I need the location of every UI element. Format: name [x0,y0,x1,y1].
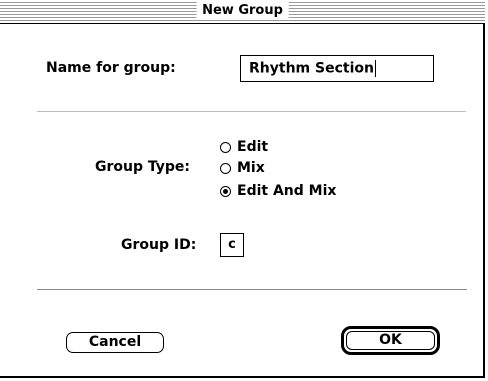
name-for-group-label: Name for group: [46,60,176,76]
radio-button-edit[interactable] [220,141,231,153]
divider-top [37,111,466,112]
title-bar[interactable]: New Group [0,0,485,24]
radio-option-edit-and-mix[interactable]: Edit And Mix [220,182,336,200]
radio-option-edit[interactable]: Edit [220,138,268,156]
cancel-button[interactable]: Cancel [66,332,164,353]
new-group-dialog: New Group Name for group: Rhythm Section… [0,0,485,378]
radio-button-edit-and-mix[interactable] [220,185,231,197]
text-caret [374,60,376,77]
divider-bottom [37,289,467,290]
group-name-input[interactable]: Rhythm Section [240,55,434,82]
ok-button[interactable]: OK [346,331,435,350]
radio-label-edit: Edit [237,139,269,155]
group-name-value: Rhythm Section [249,60,374,77]
group-id-field[interactable]: c [220,233,244,257]
radio-label-edit-and-mix: Edit And Mix [237,183,337,199]
window-title: New Group [196,2,289,20]
radio-label-mix: Mix [237,160,265,176]
group-type-label: Group Type: [95,159,191,175]
group-id-label: Group ID: [121,237,197,253]
radio-option-mix[interactable]: Mix [220,159,265,177]
radio-button-mix[interactable] [220,162,231,174]
